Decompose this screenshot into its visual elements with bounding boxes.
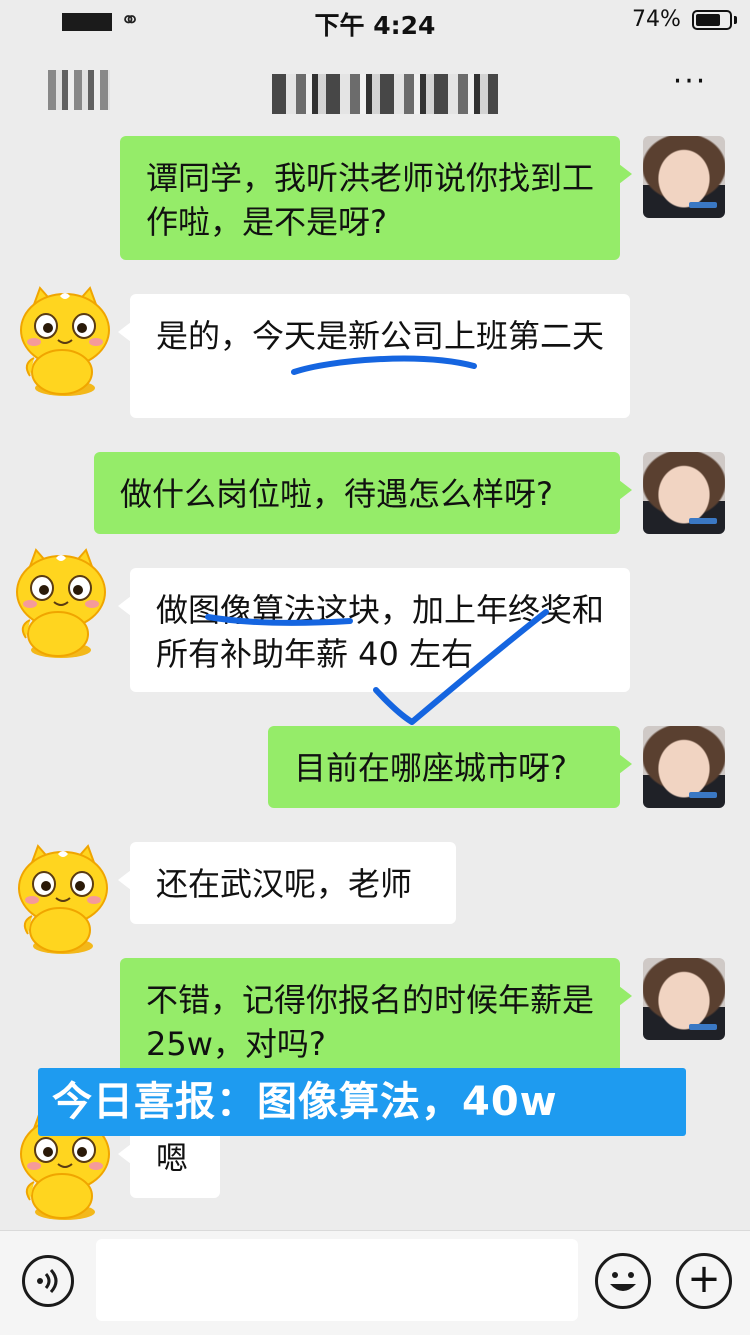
message-outgoing[interactable]: 不错，记得你报名的时候年薪是 25w，对吗? [120,958,632,1082]
battery-icon [692,10,732,30]
announcement-banner: 今日喜报：图像算法，40w [38,1068,686,1136]
contact-avatar[interactable] [6,542,116,662]
self-avatar[interactable] [643,136,725,218]
message-incoming[interactable]: 是的，今天是新公司上班第二天 [118,294,630,418]
battery-percent: 74% [632,7,681,32]
voice-icon [37,1268,58,1294]
nav-bar: ··· [0,42,750,130]
chat-area[interactable]: 谭同学，我听洪老师说你找到工作啦，是不是呀? 是的，今天是新公司上班第二天 做什… [0,130,750,1230]
input-bar: + [0,1230,750,1335]
battery-level-fill [696,14,720,26]
contact-avatar[interactable] [10,280,120,400]
self-avatar[interactable] [643,726,725,808]
message-outgoing[interactable]: 目前在哪座城市呀? [268,726,632,808]
emoji-icon[interactable] [595,1253,651,1309]
status-bar: ⚭ 下午 4:24 74% [0,0,750,42]
contact-avatar[interactable] [8,838,118,958]
voice-icon[interactable] [22,1255,74,1307]
plus-icon[interactable]: + [676,1253,732,1309]
message-input[interactable] [96,1239,578,1321]
more-icon[interactable]: ··· [665,67,715,102]
self-avatar[interactable] [643,958,725,1040]
emoji-icon [610,1272,636,1291]
self-avatar[interactable] [643,452,725,534]
message-outgoing[interactable]: 做什么岗位啦，待遇怎么样呀? [94,452,632,534]
message-incoming[interactable]: 做图像算法这块，加上年终奖和所有补助年薪 40 左右 [118,568,630,692]
back-button-redacted[interactable] [48,70,110,110]
battery-cap [734,16,737,24]
message-outgoing[interactable]: 谭同学，我听洪老师说你找到工作啦，是不是呀? [120,136,632,260]
message-incoming[interactable]: 还在武汉呢，老师 [118,842,456,924]
chat-title-redacted [272,74,498,114]
